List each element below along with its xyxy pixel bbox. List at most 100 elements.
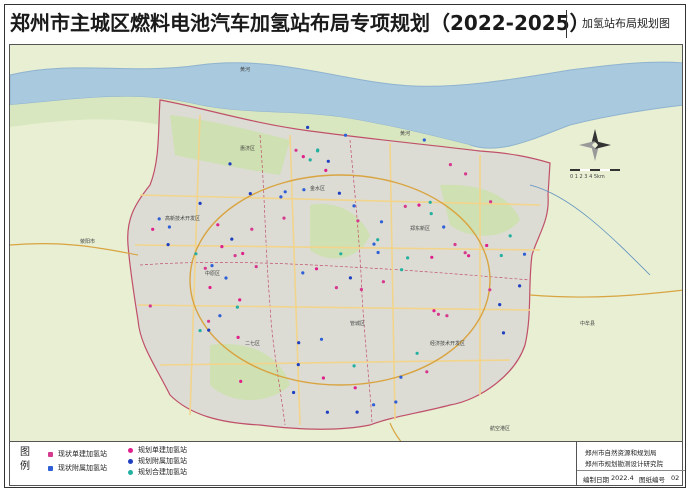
station-marker[interactable] — [425, 370, 429, 374]
legend-item-existing-attached: 现状附属加氢站 — [48, 464, 107, 473]
map-type-label: 加氢站布局规划图 — [582, 17, 670, 30]
station-marker[interactable] — [208, 285, 212, 290]
station-marker[interactable] — [448, 163, 452, 167]
station-marker[interactable] — [518, 284, 522, 288]
station-marker[interactable] — [166, 243, 170, 247]
station-marker[interactable] — [308, 158, 312, 162]
station-marker[interactable] — [415, 351, 419, 355]
station-marker[interactable] — [376, 238, 380, 242]
station-marker[interactable] — [406, 256, 410, 260]
station-marker[interactable] — [463, 251, 467, 255]
station-marker[interactable] — [348, 276, 352, 280]
station-marker[interactable] — [210, 264, 214, 268]
station-marker[interactable] — [302, 188, 306, 192]
station-marker[interactable] — [372, 242, 376, 246]
station-marker[interactable] — [279, 195, 283, 199]
station-marker[interactable] — [203, 266, 207, 270]
station-marker[interactable] — [445, 314, 449, 318]
station-marker[interactable] — [254, 265, 258, 269]
station-marker[interactable] — [430, 255, 434, 259]
station-marker[interactable] — [334, 286, 338, 290]
station-marker[interactable] — [314, 267, 319, 271]
station-marker[interactable] — [319, 337, 324, 341]
station-marker[interactable] — [399, 375, 403, 379]
number-label: 图纸编号 — [639, 476, 665, 484]
map-area[interactable]: 黄河 黄河 荥阳市 中牟县 航空港区 高新技术开发区 中原区 郑东新区 二七区 … — [9, 44, 683, 442]
station-marker[interactable] — [296, 363, 300, 367]
station-marker[interactable] — [359, 287, 363, 292]
station-marker[interactable] — [325, 410, 329, 414]
station-marker[interactable] — [218, 314, 222, 318]
station-marker[interactable] — [235, 305, 239, 309]
station-marker[interactable] — [241, 251, 245, 256]
station-marker[interactable] — [339, 252, 343, 256]
station-marker[interactable] — [381, 280, 385, 284]
station-marker[interactable] — [216, 223, 220, 227]
city-label-airport: 航空港区 — [490, 425, 510, 432]
station-marker[interactable] — [294, 148, 298, 152]
station-marker[interactable] — [376, 250, 380, 255]
station-marker[interactable] — [372, 403, 376, 407]
station-marker[interactable] — [283, 190, 287, 194]
station-marker[interactable] — [522, 252, 527, 256]
station-marker[interactable] — [508, 234, 512, 238]
station-marker[interactable] — [453, 242, 457, 247]
station-marker[interactable] — [467, 254, 471, 258]
station-marker[interactable] — [352, 204, 356, 208]
map-svg[interactable]: 黄河 黄河 荥阳市 中牟县 航空港区 高新技术开发区 中原区 郑东新区 二七区 … — [10, 45, 683, 442]
station-marker[interactable] — [379, 220, 384, 224]
station-marker[interactable] — [417, 203, 421, 207]
station-marker[interactable] — [429, 212, 433, 216]
station-marker[interactable] — [485, 243, 489, 248]
station-marker[interactable] — [282, 216, 286, 220]
station-marker[interactable] — [442, 225, 446, 229]
station-marker[interactable] — [394, 400, 398, 404]
station-marker[interactable] — [337, 191, 341, 195]
station-marker[interactable] — [194, 252, 198, 256]
station-marker[interactable] — [501, 331, 506, 335]
station-marker[interactable] — [228, 162, 232, 166]
station-marker[interactable] — [220, 245, 224, 249]
station-marker[interactable] — [489, 200, 493, 204]
station-marker[interactable] — [148, 304, 152, 308]
station-marker[interactable] — [400, 268, 404, 272]
station-marker[interactable] — [297, 341, 301, 345]
station-marker[interactable] — [436, 312, 440, 316]
station-marker[interactable] — [355, 410, 359, 414]
station-marker[interactable] — [301, 155, 305, 159]
station-marker[interactable] — [292, 390, 296, 395]
station-marker[interactable] — [236, 335, 240, 339]
station-marker[interactable] — [151, 227, 155, 231]
station-marker[interactable] — [301, 271, 305, 275]
station-marker[interactable] — [343, 133, 348, 137]
station-marker[interactable] — [233, 254, 237, 258]
station-marker[interactable] — [326, 159, 330, 163]
station-marker[interactable] — [198, 329, 202, 333]
station-marker[interactable] — [306, 125, 310, 129]
station-marker[interactable] — [321, 376, 325, 380]
station-marker[interactable] — [422, 138, 426, 142]
station-marker[interactable] — [198, 201, 202, 205]
station-marker[interactable] — [238, 298, 242, 302]
station-marker[interactable] — [352, 364, 356, 368]
station-marker[interactable] — [403, 204, 407, 208]
station-marker[interactable] — [239, 379, 243, 383]
station-marker[interactable] — [356, 219, 360, 223]
station-marker[interactable] — [324, 168, 328, 172]
station-marker[interactable] — [250, 227, 254, 231]
station-marker[interactable] — [230, 237, 234, 241]
station-marker[interactable] — [157, 217, 161, 221]
station-marker[interactable] — [207, 328, 211, 332]
station-marker[interactable] — [432, 309, 436, 313]
station-marker[interactable] — [499, 253, 503, 258]
station-marker[interactable] — [428, 200, 432, 204]
station-marker[interactable] — [167, 225, 171, 229]
station-marker[interactable] — [248, 192, 252, 196]
station-marker[interactable] — [488, 288, 492, 292]
station-marker[interactable] — [207, 319, 211, 323]
station-marker[interactable] — [498, 303, 502, 307]
station-marker[interactable] — [464, 172, 468, 176]
station-marker[interactable] — [353, 386, 357, 390]
station-marker[interactable] — [316, 148, 320, 152]
station-marker[interactable] — [224, 276, 228, 280]
